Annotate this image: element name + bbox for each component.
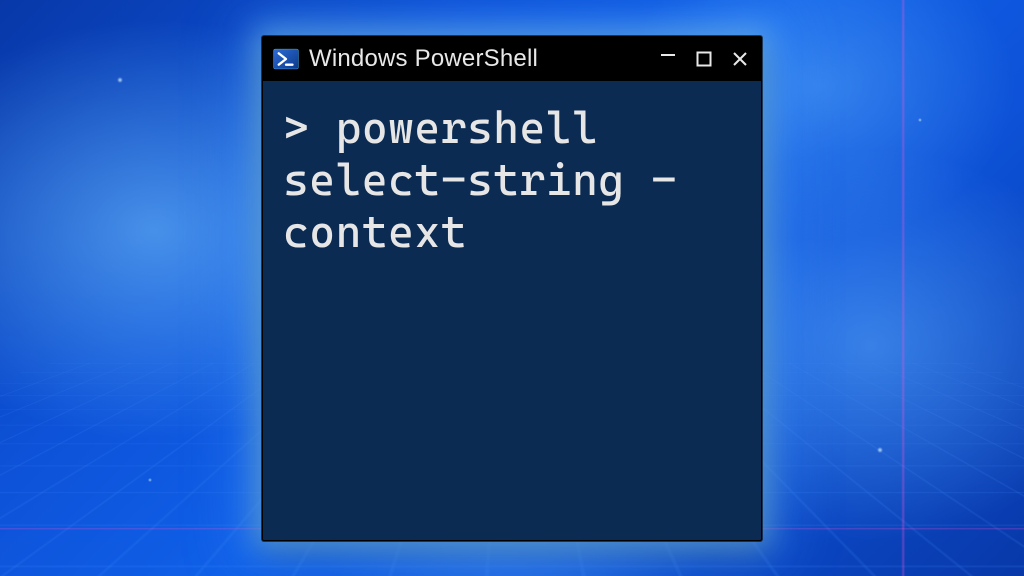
titlebar[interactable]: Windows PowerShell — [263, 37, 761, 81]
minimize-button[interactable] — [657, 44, 679, 66]
command-text: powershell select-string -context — [283, 103, 677, 258]
window-controls — [657, 48, 751, 70]
close-button[interactable] — [729, 48, 751, 70]
window-title: Windows PowerShell — [309, 45, 647, 73]
terminal-body[interactable]: > powershell select-string -context — [263, 81, 761, 540]
prompt-symbol: > — [283, 103, 336, 154]
powershell-window: Windows PowerShell > powershell select-s… — [262, 36, 762, 541]
powershell-icon — [273, 46, 299, 72]
maximize-button[interactable] — [693, 48, 715, 70]
